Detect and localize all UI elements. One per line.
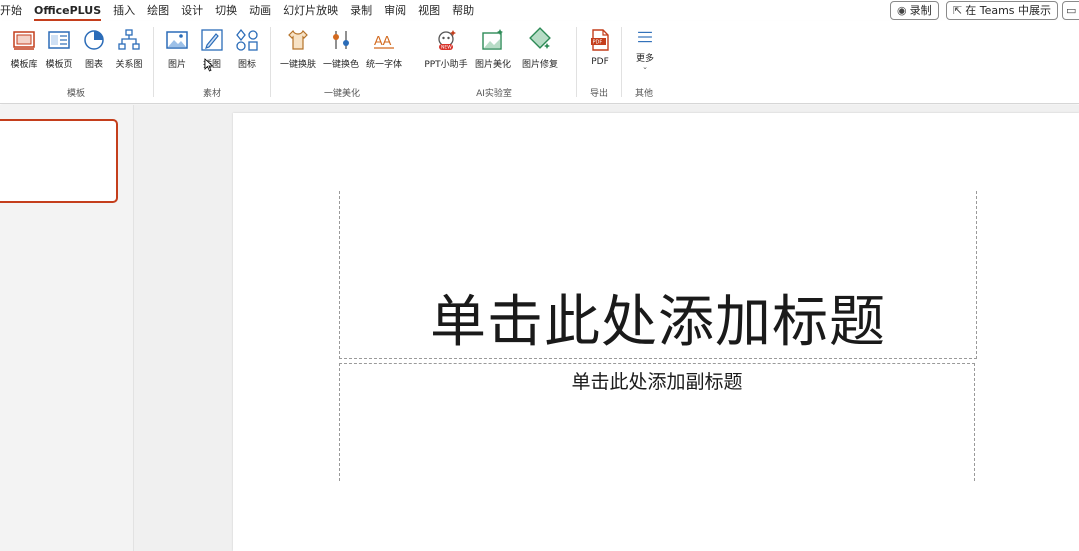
group-export: PDF PDF 导出	[578, 25, 620, 101]
mouse-cursor-icon	[204, 58, 214, 72]
group-separator	[270, 27, 271, 97]
tab-slideshow[interactable]: 幻灯片放映	[277, 0, 344, 21]
chevron-down-icon: ⌄	[642, 63, 648, 71]
subtitle-placeholder[interactable]: 单击此处添加副标题	[339, 363, 975, 481]
tab-officeplus[interactable]: OfficePLUS	[28, 0, 107, 21]
template-library-icon	[13, 31, 35, 50]
new-badge-text: NEW	[441, 45, 452, 51]
tab-animations[interactable]: 动画	[243, 0, 277, 21]
group-beautify-label: 一键美化	[323, 89, 360, 99]
record-button-label: 录制	[909, 4, 932, 17]
group-separator	[576, 27, 577, 97]
tab-list: 开始 OfficePLUS 插入 绘图 设计 切换 动画 幻灯片放映 录制 审阅…	[0, 0, 480, 21]
one-click-skin-button[interactable]: 一键换肤	[276, 27, 320, 71]
menu-icon	[638, 31, 652, 43]
org-chart-icon	[118, 29, 140, 50]
pdf-icon-text: PDF	[593, 40, 603, 46]
picture-beautify-label: 图片美化	[474, 60, 511, 70]
pen-icon	[201, 29, 223, 51]
picture-restore-icon	[529, 27, 551, 49]
template-page-label: 模板页	[45, 60, 73, 70]
export-pdf-label: PDF	[591, 57, 609, 67]
picture-restore-button[interactable]: 图片修复	[518, 27, 562, 71]
unify-font-label: 统一字体	[365, 60, 402, 70]
record-icon: ◉	[897, 4, 907, 17]
group-other: 更多 ⌄ 其他	[623, 25, 665, 101]
comments-button[interactable]: ▭	[1062, 1, 1079, 20]
group-ai-lab: NEW PPT小助手 图片美化 图片修复 AI实验室	[414, 25, 574, 101]
subtitle-placeholder-text: 单击此处添加副标题	[571, 371, 743, 393]
ppt-assistant-button[interactable]: NEW PPT小助手	[424, 27, 468, 71]
tab-transitions[interactable]: 切换	[209, 0, 243, 21]
template-library-label: 模板库	[10, 60, 38, 70]
one-click-color-label: 一键换色	[322, 60, 359, 70]
assistant-icon: NEW	[438, 30, 456, 51]
slide-editing-area: 单击此处添加标题 单击此处添加副标题	[134, 105, 1079, 551]
ribbon-tab-bar: 开始 OfficePLUS 插入 绘图 设计 切换 动画 幻灯片放映 录制 审阅…	[0, 0, 1079, 21]
tab-view[interactable]: 视图	[412, 0, 446, 21]
icon-label: 图标	[237, 60, 256, 70]
svg-text:AA: AA	[374, 33, 392, 48]
unify-font-button[interactable]: AA 统一字体	[362, 27, 406, 71]
ppt-assistant-label: PPT小助手	[424, 60, 468, 70]
tab-record[interactable]: 录制	[344, 0, 378, 21]
picture-icon	[166, 31, 188, 49]
tab-design[interactable]: 设计	[175, 0, 209, 21]
relation-chart-label: 关系图	[115, 60, 143, 70]
chart-label: 图表	[84, 60, 103, 70]
slide-thumbnail-pane[interactable]	[0, 105, 134, 551]
powerpoint-window: 开始 OfficePLUS 插入 绘图 设计 切换 动画 幻灯片放映 录制 审阅…	[0, 0, 1079, 551]
shapes-icon	[236, 28, 258, 51]
more-button[interactable]: 更多 ⌄	[623, 27, 667, 71]
ribbon: 模板库 模板页 图表 关系图 模板 图片 图标 素材 一键换肤 一键换色 AA …	[0, 21, 1079, 104]
pdf-icon: PDF	[591, 29, 609, 51]
picture-label: 图片	[167, 60, 186, 70]
picture-sparkle-icon	[482, 29, 503, 50]
present-in-teams-button[interactable]: ⇱ 在 Teams 中展示	[946, 1, 1059, 20]
group-template-label: 模板	[66, 89, 85, 99]
group-separator	[621, 27, 622, 97]
relation-chart-button[interactable]: 关系图	[107, 27, 151, 71]
slide-thumbnail-1[interactable]	[0, 119, 118, 203]
group-export-label: 导出	[589, 89, 608, 99]
slide-canvas[interactable]: 单击此处添加标题 单击此处添加副标题	[233, 113, 1079, 551]
font-icon: AA	[374, 33, 394, 49]
teams-icon: ⇱	[953, 4, 963, 17]
tab-review[interactable]: 审阅	[378, 0, 412, 21]
group-template: 模板库 模板页 图表 关系图 模板	[0, 25, 152, 101]
tab-draw[interactable]: 绘图	[141, 0, 175, 21]
export-pdf-button[interactable]: PDF PDF	[578, 27, 622, 71]
record-button[interactable]: ◉ 录制	[890, 1, 939, 20]
tab-home[interactable]: 开始	[0, 0, 28, 21]
template-page-icon	[48, 31, 70, 49]
comment-icon: ▭	[1066, 4, 1077, 17]
picture-beautify-button[interactable]: 图片美化	[471, 27, 515, 71]
title-placeholder-text: 单击此处添加标题	[430, 290, 886, 356]
color-swap-icon	[333, 31, 349, 49]
group-beautify: 一键换肤 一键换色 AA 统一字体 一键美化	[272, 25, 412, 101]
tab-help[interactable]: 帮助	[446, 0, 480, 21]
group-other-label: 其他	[634, 89, 653, 99]
one-click-color-button[interactable]: 一键换色	[319, 27, 363, 71]
present-in-teams-label: 在 Teams 中展示	[965, 4, 1052, 17]
group-ai-lab-label: AI实验室	[476, 89, 512, 99]
icon-button[interactable]: 图标	[225, 27, 269, 71]
picture-restore-label: 图片修复	[521, 60, 558, 70]
title-placeholder[interactable]: 单击此处添加标题	[339, 191, 977, 359]
one-click-skin-label: 一键换肤	[279, 60, 316, 70]
tshirt-icon	[288, 29, 308, 50]
group-material-label: 素材	[202, 89, 221, 99]
pie-chart-icon	[84, 30, 104, 50]
tab-insert[interactable]: 插入	[107, 0, 141, 21]
